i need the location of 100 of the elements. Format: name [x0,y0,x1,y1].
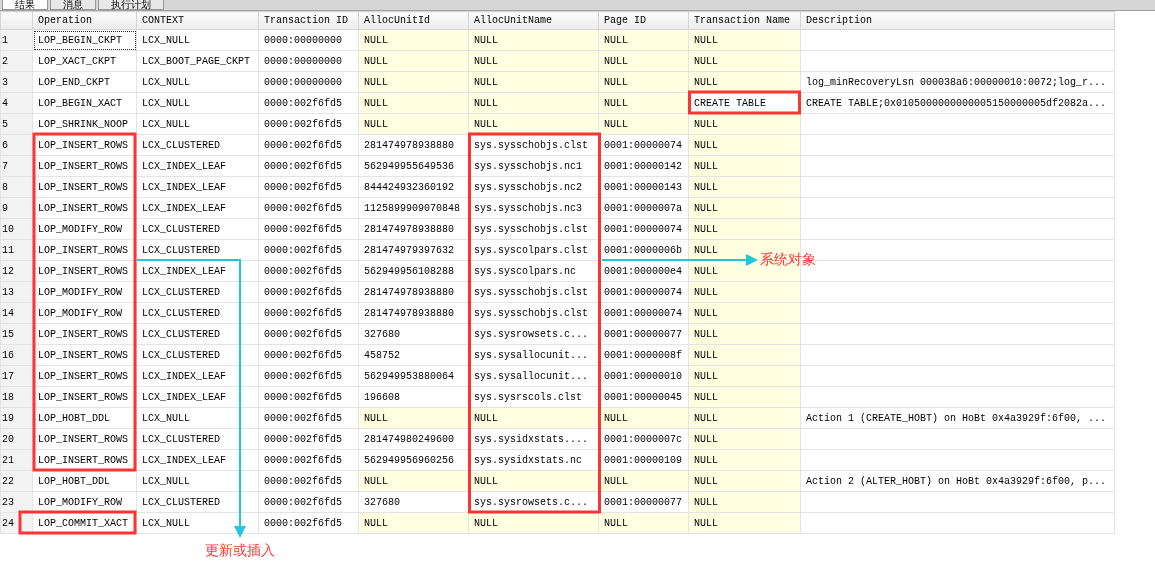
table-cell: 0001:0000007c [598,428,689,450]
table-cell: 0001:00000109 [598,449,689,471]
tab[interactable]: 结果 [2,0,48,10]
table-cell: 0000:002f6fd5 [258,323,359,345]
table-cell: 0000:002f6fd5 [258,92,359,114]
table-cell: 0000:002f6fd5 [258,512,359,534]
table-cell: LCX_BOOT_PAGE_CKPT [136,50,259,72]
table-cell: LCX_NULL [136,512,259,534]
table-cell: LOP_BEGIN_CKPT [32,29,137,51]
table-cell: 0000:002f6fd5 [258,260,359,282]
table-cell: 0000:002f6fd5 [258,407,359,429]
table-cell: 0000:002f6fd5 [258,365,359,387]
column-header[interactable]: Transaction Name [688,11,801,30]
column-header[interactable]: AllocUnitName [468,11,599,30]
row-number: 22 [0,470,33,492]
table-cell: LCX_INDEX_LEAF [136,365,259,387]
table-cell: LCX_CLUSTERED [136,134,259,156]
table-cell: LCX_CLUSTERED [136,323,259,345]
tab[interactable]: 消息 [50,0,96,10]
table-cell: 0001:00000143 [598,176,689,198]
table-cell: 0001:00000074 [598,302,689,324]
row-number: 4 [0,92,33,114]
table-cell: 0001:0000008f [598,344,689,366]
table-cell: 0000:00000000 [258,29,359,51]
table-cell: 0000:002f6fd5 [258,491,359,513]
table-cell: 0000:002f6fd5 [258,134,359,156]
row-number: 3 [0,71,33,93]
table-cell: LCX_CLUSTERED [136,302,259,324]
table-cell: LCX_NULL [136,92,259,114]
table-cell: LCX_INDEX_LEAF [136,197,259,219]
table-cell: 0000:002f6fd5 [258,428,359,450]
row-number: 13 [0,281,33,303]
table-cell: LCX_CLUSTERED [136,344,259,366]
column-header[interactable]: CONTEXT [136,11,259,30]
table-cell: 0000:002f6fd5 [258,386,359,408]
column-header[interactable]: Operation [32,11,137,30]
table-cell: LCX_NULL [136,29,259,51]
table-cell: 0001:0000007a [598,197,689,219]
row-number: 12 [0,260,33,282]
table-cell: LCX_INDEX_LEAF [136,386,259,408]
table-cell: LCX_CLUSTERED [136,491,259,513]
row-number: 2 [0,50,33,72]
table-cell: log_minRecoveryLsn 000038a6:00000010:0072;log_r... [800,71,1115,93]
annotation-label: 更新或插入 [205,542,275,560]
table-cell: 0001:000000e4 [598,260,689,282]
row-number: 18 [0,386,33,408]
table-cell: LCX_INDEX_LEAF [136,260,259,282]
table-cell: LOP_XACT_CKPT [32,50,137,72]
row-number: 1 [0,29,33,51]
row-number: 8 [0,176,33,198]
table-cell: 0000:00000000 [258,50,359,72]
table-cell: 0001:00000074 [598,218,689,240]
table-cell: 0000:002f6fd5 [258,176,359,198]
table-cell: LOP_HOBT_DDL [32,470,137,492]
table-cell: CREATE TABLE;0x0105000000000005150000005df2082a... [800,92,1115,114]
table-cell: LCX_CLUSTERED [136,281,259,303]
table-cell: Action 2 (ALTER_HOBT) on HoBt 0x4a3929f:6f00, p... [800,470,1115,492]
table-cell: LCX_NULL [136,113,259,135]
table-cell: Action 1 (CREATE_HOBT) on HoBt 0x4a3929f:6f00, ... [800,407,1115,429]
table-cell: LOP_BEGIN_XACT [32,92,137,114]
table-cell: LCX_NULL [136,470,259,492]
row-number: 5 [0,113,33,135]
table-cell: 0001:00000077 [598,323,689,345]
column-header[interactable]: Page ID [598,11,689,30]
table-cell: 0000:002f6fd5 [258,239,359,261]
table-cell: 0000:002f6fd5 [258,302,359,324]
row-number: 6 [0,134,33,156]
table-cell: 0001:00000010 [598,365,689,387]
table-cell: 0000:002f6fd5 [258,113,359,135]
row-number: 15 [0,323,33,345]
row-number: 19 [0,407,33,429]
row-number: 7 [0,155,33,177]
table-cell: LCX_NULL [136,71,259,93]
table-cell: 0001:00000074 [598,134,689,156]
table-cell: 0000:002f6fd5 [258,197,359,219]
column-header[interactable]: AllocUnitId [358,11,469,30]
table-cell: 0000:002f6fd5 [258,218,359,240]
table-cell: LCX_INDEX_LEAF [136,176,259,198]
column-header[interactable]: Transaction ID [258,11,359,30]
row-number: 21 [0,449,33,471]
table-cell: 0001:00000074 [598,281,689,303]
table-cell: LCX_CLUSTERED [136,428,259,450]
table-cell: 0000:00000000 [258,71,359,93]
row-number: 20 [0,428,33,450]
table-cell: 0001:00000142 [598,155,689,177]
row-number: 11 [0,239,33,261]
row-number: 14 [0,302,33,324]
row-number: 16 [0,344,33,366]
table-cell: LCX_NULL [136,407,259,429]
table-cell: 0001:00000077 [598,491,689,513]
table-cell: LCX_INDEX_LEAF [136,155,259,177]
table-cell: 0000:002f6fd5 [258,155,359,177]
table-cell: 0001:00000045 [598,386,689,408]
row-number: 10 [0,218,33,240]
tab[interactable]: 执行计划 [98,0,164,10]
row-number: 9 [0,197,33,219]
table-cell: LCX_CLUSTERED [136,218,259,240]
column-header[interactable]: Description [800,11,1115,30]
table-cell: LOP_END_CKPT [32,71,137,93]
table-cell: 0000:002f6fd5 [258,281,359,303]
